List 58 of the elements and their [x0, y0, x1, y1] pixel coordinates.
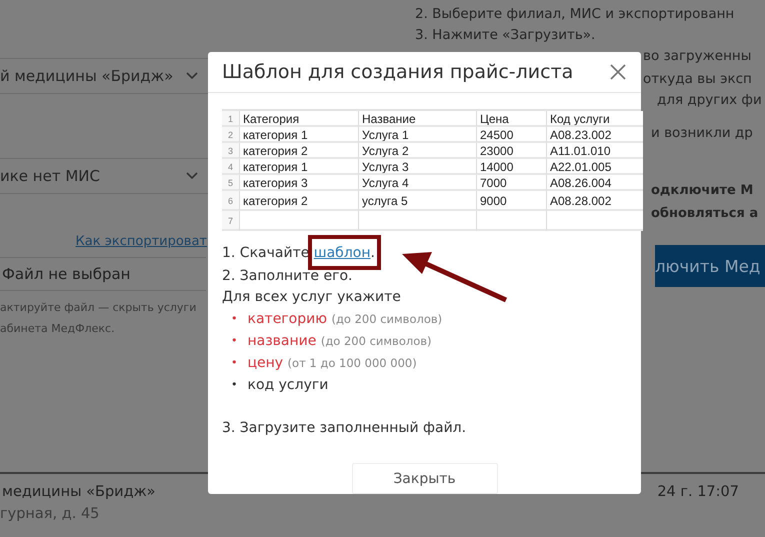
- row-number: 2: [222, 127, 240, 143]
- row-number: 6: [222, 191, 240, 211]
- table-cell: 24500: [477, 127, 547, 143]
- row-number: 1: [222, 111, 240, 127]
- table-cell: 23000: [477, 143, 547, 159]
- arrow-icon: [402, 252, 508, 302]
- bullet: •: [231, 311, 238, 327]
- file-field[interactable]: Файл не выбран: [0, 257, 206, 291]
- chevron-icon: [186, 72, 198, 80]
- clinic-address: гурная, д. 45: [0, 506, 100, 522]
- field-item: название (до 200 символов): [248, 332, 432, 351]
- instruction-text: 2. Выберите филиал, МИС и экспортированн: [415, 5, 734, 24]
- step-text: 3. Загрузите заполненный файл.: [222, 419, 468, 438]
- table-cell: A08.23.002: [547, 127, 643, 143]
- field-item: цену (от 1 до 100 000 000): [248, 354, 417, 373]
- hint-text: абинета МедФлекс.: [0, 321, 115, 337]
- table-cell: 9000: [477, 191, 547, 211]
- table-cell: A22.01.005: [547, 159, 643, 175]
- instruction-text: и возникли др: [651, 124, 753, 143]
- mis-select[interactable]: ике нет МИС: [0, 158, 208, 194]
- field-item: категорию (до 200 символов): [248, 310, 442, 329]
- table-cell: 7000: [477, 175, 547, 191]
- fields-intro: Для всех услуг укажите: [222, 288, 402, 307]
- row-number: 4: [222, 159, 240, 175]
- bullet: •: [231, 377, 238, 393]
- promo-text: одключите М: [651, 182, 754, 200]
- bullet: •: [231, 333, 238, 349]
- template-link[interactable]: шаблон: [314, 245, 370, 261]
- instruction-text: для других фи: [657, 91, 762, 110]
- close-dialog-button[interactable]: Закрыть: [352, 463, 498, 494]
- table-cell: 14000: [477, 159, 547, 175]
- column-header: Название: [359, 111, 477, 127]
- close-button[interactable]: [609, 63, 627, 81]
- close-icon: [609, 63, 627, 81]
- row-number: 7: [222, 211, 240, 231]
- table-cell: A11.01.010: [547, 143, 643, 159]
- instruction-text: 3. Нажмите «Загрузить».: [415, 26, 596, 45]
- row-number: 5: [222, 175, 240, 191]
- promo-text: обновляться а: [651, 205, 758, 223]
- table-cell: категория 2: [240, 191, 359, 211]
- chevron-icon: [186, 172, 198, 180]
- step-text: 1. Скачайте шаблон.: [222, 243, 641, 264]
- table-cell: услуга 5: [359, 191, 477, 211]
- connect-button[interactable]: лючить Мед: [655, 245, 765, 287]
- clinic-name: медицины «Бридж»: [1, 484, 157, 500]
- table-cell: A08.26.004: [547, 175, 643, 191]
- dialog-title: Шаблон для создания прайс-листа: [222, 61, 574, 83]
- bullet: •: [231, 355, 238, 371]
- step-text: 2. Заполните его.: [222, 267, 354, 286]
- export-help-link[interactable]: Как экспортироват: [76, 234, 207, 249]
- hint-text: актируйте файл — скрыть услуги: [0, 300, 196, 316]
- row-number: 3: [222, 143, 240, 159]
- date-time: 24 г. 17:07: [657, 484, 739, 502]
- field-item: код услуги: [248, 376, 328, 395]
- instruction-text: откуда вы эксп: [643, 70, 752, 89]
- table-cell: A08.28.002: [547, 191, 643, 211]
- branch-select[interactable]: й медицины «Бридж»: [0, 58, 208, 94]
- instruction-text: во загруженны: [643, 47, 752, 66]
